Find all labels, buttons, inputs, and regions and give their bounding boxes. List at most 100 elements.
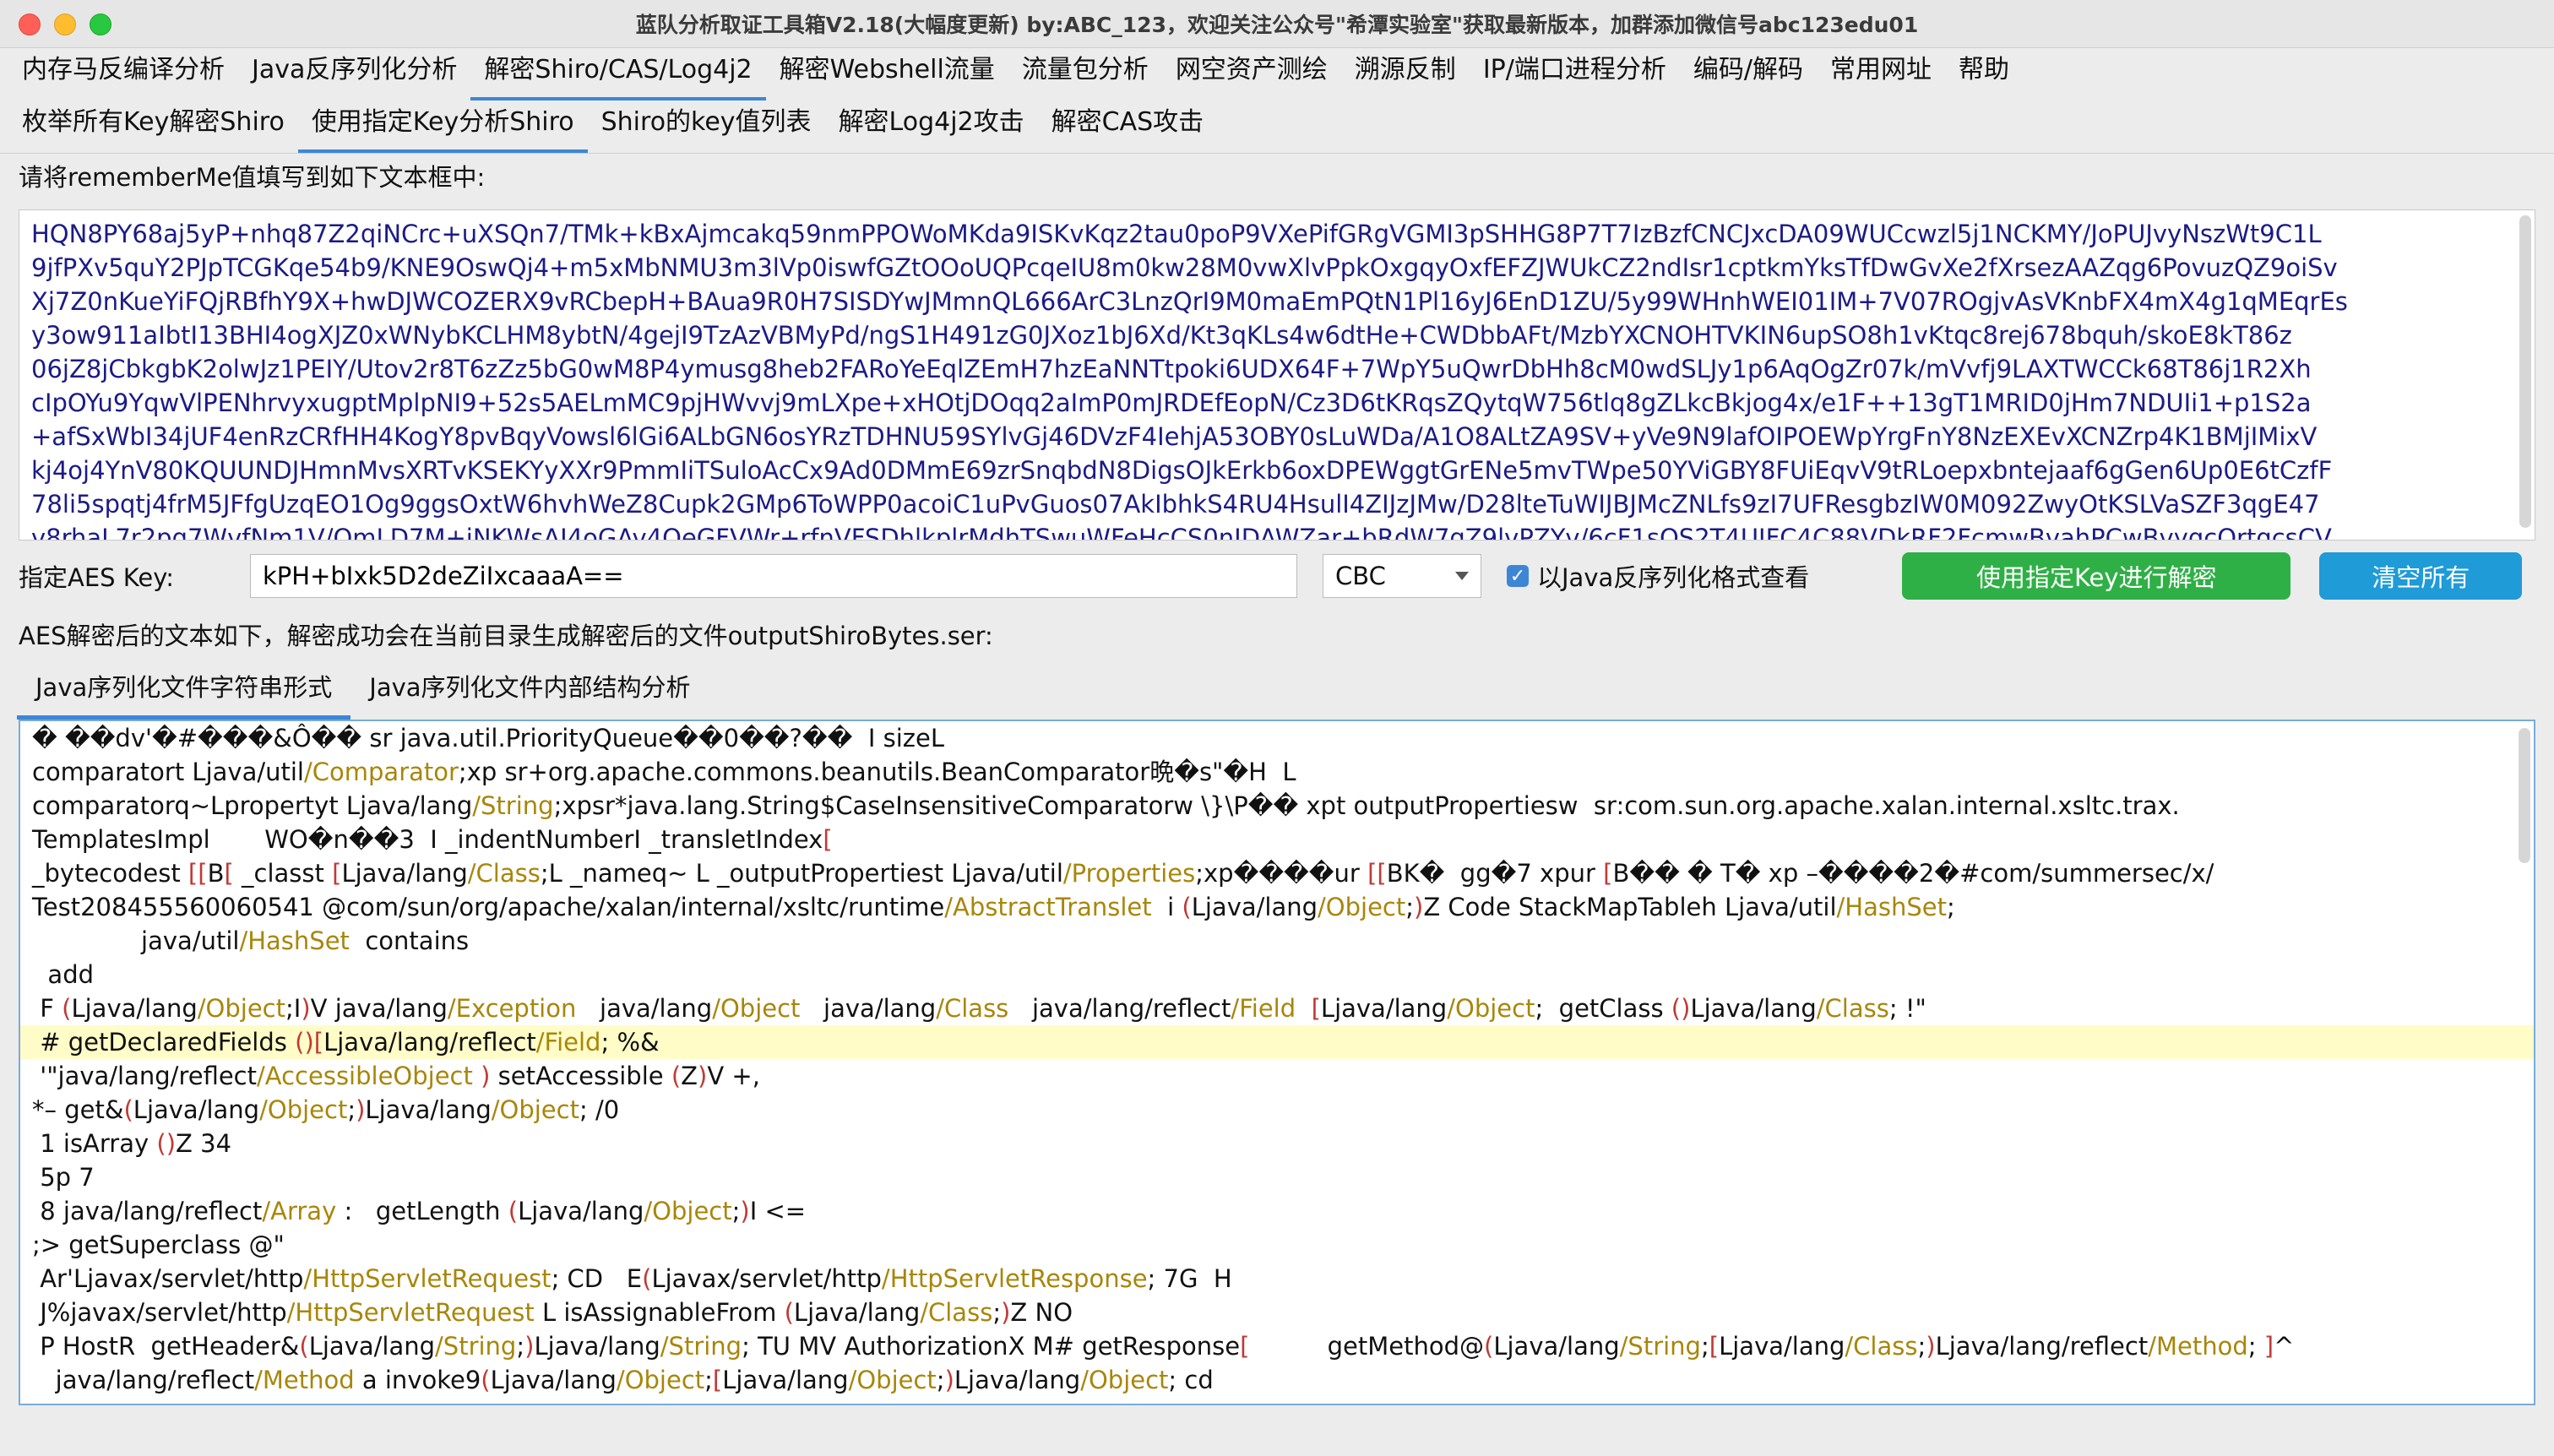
tab-memshell[interactable]: 内存马反编译分析 (8, 48, 238, 101)
tab-shiro-cas-log4j2[interactable]: 解密Shiro/CAS/Log4j2 (470, 48, 766, 101)
output-token: TU MV AuthorizationX M# getResponse (749, 1332, 1241, 1361)
output-token: ; (1947, 893, 1955, 921)
output-token: /Class (920, 1298, 993, 1327)
tab-java-deserialize[interactable]: Java反序列化分析 (238, 48, 470, 101)
tab-asset-search[interactable]: 网空资产测绘 (1162, 48, 1341, 101)
output-token: add (32, 960, 95, 989)
output-token: %& (609, 1028, 660, 1057)
output-token: ( (1182, 893, 1192, 921)
output-line: 1 isArray ()Z 34 (20, 1127, 2534, 1160)
output-token: F (32, 994, 62, 1023)
tab-encode[interactable]: 编码/解码 (1680, 48, 1817, 101)
output-token: Ljava/lang/reflect (323, 1028, 536, 1057)
mode-select-value: CBC (1335, 562, 1386, 590)
check-icon: ✓ (1507, 565, 1529, 587)
output-textarea[interactable]: � ��dv'�#���&Ô�� sr java.util.PriorityQu… (19, 720, 2535, 1405)
subtab-enum-keys[interactable]: 枚举所有Key解密Shiro (8, 101, 298, 153)
tab-serialized-string[interactable]: Java序列化文件字符串形式 (17, 668, 351, 720)
decrypt-button[interactable]: 使用指定Key进行解密 (1902, 552, 2291, 600)
java-format-checkbox[interactable]: ✓ 以Java反序列化格式查看 (1507, 558, 1809, 594)
output-token: ; (551, 1264, 560, 1293)
tab-urls[interactable]: 常用网址 (1817, 48, 1945, 101)
output-line: comparatort Ljava/util/Comparator;xp sr+… (20, 755, 2534, 789)
output-token: /Object (197, 994, 285, 1023)
output-token: � ��dv'�#���&Ô�� sr java.util.PriorityQu… (32, 724, 944, 752)
output-token: ( (156, 1129, 166, 1158)
output-token: [ (823, 825, 833, 854)
output-token: /HttpServletResponse (881, 1264, 1148, 1293)
window-controls (19, 14, 111, 35)
output-token: /Properties (1062, 859, 1196, 888)
output-token: ( (299, 1332, 309, 1361)
clear-button[interactable]: 清空所有 (2319, 552, 2523, 600)
subtab-cas[interactable]: 解密CAS攻击 (1038, 101, 1218, 153)
output-token: V java/lang (310, 994, 448, 1023)
subtab-key-list[interactable]: Shiro的key值列表 (588, 101, 825, 153)
output-token: ( (508, 1197, 519, 1225)
output-token: ; (285, 994, 294, 1023)
close-icon[interactable] (19, 14, 41, 35)
output-token: /Object (491, 1095, 579, 1124)
output-scrollbar[interactable] (2519, 728, 2530, 863)
output-token: Z 34 (176, 1129, 232, 1158)
maximize-icon[interactable] (90, 14, 111, 35)
output-token: ; (458, 758, 467, 786)
output-token: !" (1897, 994, 1926, 1023)
output-token: *– get& (32, 1095, 124, 1124)
output-token: ; (540, 859, 549, 888)
output-token: ; (1147, 1264, 1156, 1293)
rememberme-textarea[interactable]: HQN8PY68aj5yP+nhq87Z2qiNCrc+uXSQn7/TMk+k… (19, 209, 2535, 541)
output-line: ;> getSuperclass @" (20, 1228, 2534, 1262)
tab-webshell[interactable]: 解密Webshell流量 (766, 48, 1008, 101)
result-tab-bar: Java序列化文件字符串形式 Java序列化文件内部结构分析 (0, 657, 2554, 720)
output-token: ) (1681, 994, 1691, 1023)
cipher-line: kj4oj4YnV80KQUUNDJHmnMvsXRTvKSEKYyXXr9Pm… (31, 456, 2333, 485)
tab-serialized-structure[interactable]: Java序列化文件内部结构分析 (350, 668, 709, 720)
tab-pcap[interactable]: 流量包分析 (1008, 48, 1162, 101)
output-token: Ljava/lang (534, 1332, 660, 1361)
mode-select[interactable]: CBC (1323, 554, 1481, 598)
tab-trace[interactable]: 溯源反制 (1341, 48, 1470, 101)
output-line: comparatorq~Lpropertyt Ljava/lang/String… (20, 789, 2534, 823)
output-token: ; (704, 1366, 713, 1394)
output-token: ; (553, 791, 562, 820)
output-token: ( (62, 994, 72, 1023)
output-token: ) (1414, 893, 1424, 921)
output-line: 8 java/lang/reflect/Array : getLength (L… (20, 1194, 2534, 1228)
output-token: B (207, 859, 225, 888)
output-line: J%javax/servlet/http/HttpServletRequest … (20, 1296, 2534, 1329)
subtab-log4j2[interactable]: 解密Log4j2攻击 (825, 101, 1038, 153)
output-token: [ (224, 859, 234, 888)
output-token: ) (304, 1028, 314, 1057)
output-token (1296, 994, 1311, 1023)
output-token: } (1209, 791, 1225, 820)
rememberme-scrollbar[interactable] (2519, 215, 2531, 528)
tab-help[interactable]: 帮助 (1945, 48, 2023, 101)
output-line: Test208455560060541 @com/sun/org/apache/… (20, 890, 2534, 924)
output-token: /AccessibleObject (257, 1062, 473, 1090)
output-token: : getLength (336, 1197, 508, 1225)
output-token: /Object (1080, 1366, 1169, 1394)
output-token (2257, 1332, 2264, 1361)
output-token: /Comparator (304, 758, 459, 786)
output-token: Z NO (1010, 1298, 1073, 1327)
output-token: ; (32, 1231, 41, 1259)
output-token: comparatorq~Lpropertyt Ljava/lang (32, 791, 473, 820)
output-token: Ljava/lang/reflect (1935, 1332, 2149, 1361)
minimize-icon[interactable] (54, 14, 76, 35)
output-token: Ljava/lang (71, 994, 198, 1023)
output-token: Ljava/lang (1690, 994, 1817, 1023)
tab-ip-port[interactable]: IP/端口进程分析 (1470, 48, 1680, 101)
aes-key-input[interactable] (250, 554, 1297, 598)
subtab-specified-key[interactable]: 使用指定Key分析Shiro (297, 101, 588, 153)
output-token: ) (1926, 1332, 1936, 1361)
output-token: \ (1201, 791, 1209, 820)
output-token: /Class (1816, 994, 1889, 1023)
output-token: /HttpServletRequest (286, 1298, 535, 1327)
output-token: 5p 7 (32, 1163, 95, 1192)
output-token (473, 1062, 481, 1090)
output-token: ) (1001, 1298, 1011, 1327)
output-token: contains (349, 926, 470, 955)
output-token: Ljava/lang (365, 1095, 492, 1124)
output-token: Ljava/lang (793, 1298, 921, 1327)
